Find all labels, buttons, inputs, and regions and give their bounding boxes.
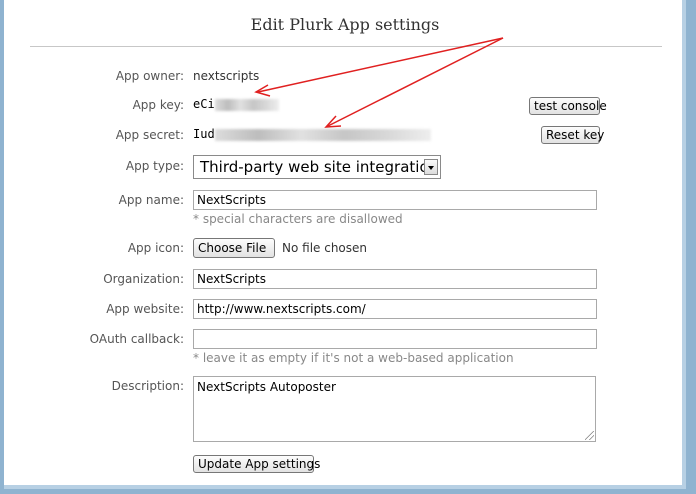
reset-key-button[interactable]: Reset key [541, 126, 604, 144]
app-secret-label: App secret: [115, 128, 184, 142]
app-name-hint: * special characters are disallowed [193, 212, 403, 226]
app-owner-label: App owner: [115, 69, 184, 83]
app-key-label: App key: [132, 98, 184, 112]
app-website-label: App website: [106, 302, 184, 316]
app-secret-value: Iud [193, 127, 431, 141]
oauth-callback-hint: * leave it as empty if it's not a web-ba… [193, 351, 514, 365]
update-app-settings-button[interactable]: Update App settings [193, 455, 320, 473]
resize-grip-icon[interactable] [585, 431, 594, 440]
description-label: Description: [111, 379, 184, 393]
app-type-selected: Third-party web site integration [200, 158, 439, 176]
app-name-label: App name: [118, 193, 184, 207]
app-owner-value: nextscripts [193, 69, 260, 83]
app-type-label: App type: [125, 159, 184, 173]
oauth-callback-input[interactable] [193, 329, 597, 349]
description-text: NextScripts Autoposter [197, 380, 336, 394]
app-secret-visible: Iud [193, 127, 215, 141]
description-textarea[interactable]: NextScripts Autoposter [193, 376, 596, 442]
app-key-redacted [214, 98, 279, 111]
app-icon-label: App icon: [127, 241, 184, 255]
app-website-input[interactable]: http://www.nextscripts.com/ [193, 299, 597, 319]
app-key-visible: eCi [193, 97, 215, 111]
chevron-down-icon[interactable] [424, 159, 438, 175]
oauth-callback-label: OAuth callback: [89, 332, 184, 346]
app-secret-redacted [214, 128, 431, 141]
app-key-value: eCi [193, 97, 279, 111]
app-name-input[interactable]: NextScripts [193, 190, 597, 210]
organization-label: Organization: [103, 272, 184, 286]
page-title: Edit Plurk App settings [250, 15, 440, 34]
test-console-button[interactable]: test console [529, 97, 607, 115]
app-type-select[interactable]: Third-party web site integration [193, 155, 441, 179]
organization-input[interactable]: NextScripts [193, 269, 597, 289]
title-divider [30, 46, 662, 47]
no-file-text: No file chosen [282, 241, 368, 255]
choose-file-button[interactable]: Choose File [193, 238, 275, 258]
